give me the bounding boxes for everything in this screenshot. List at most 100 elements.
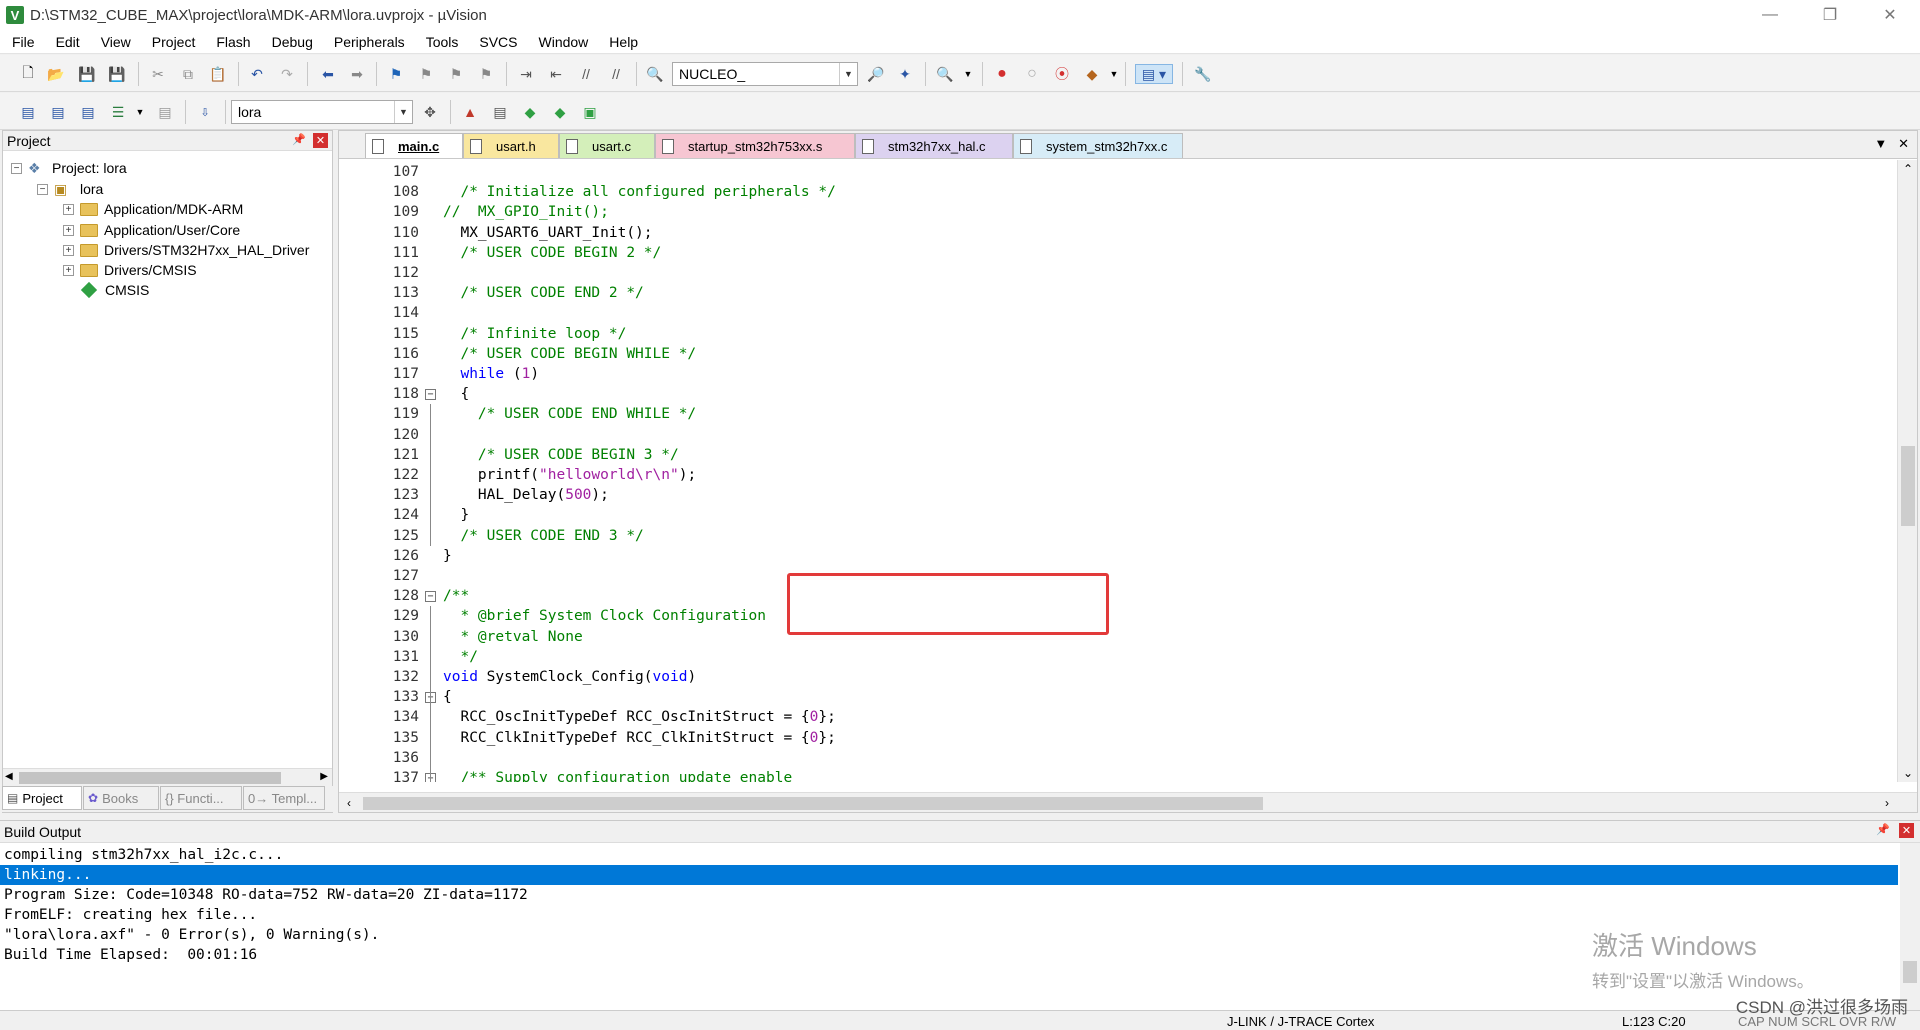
kill-breakpoints-icon[interactable]: ◆ (1082, 64, 1102, 84)
code-line[interactable]: 135 RCC_ClkInitTypeDef RCC_ClkInitStruct… (339, 728, 1899, 748)
menu-flash[interactable]: Flash (204, 34, 259, 50)
enable-breakpoint-icon[interactable]: ○ (1022, 64, 1042, 84)
navigate-forward-icon[interactable]: ➡ (347, 64, 367, 84)
tab-usart-c[interactable]: usart.c (559, 133, 655, 158)
code-line[interactable]: 126} (339, 546, 1899, 566)
tab-main-c[interactable]: main.c (365, 133, 463, 158)
scroll-right-icon[interactable]: ▶ (320, 771, 328, 782)
build-output-line[interactable]: FromELF: creating hex file... (4, 905, 1894, 925)
menu-help[interactable]: Help (597, 34, 647, 50)
target-select-combo[interactable]: lora ▼ (231, 100, 413, 124)
code-line[interactable]: 118− { (339, 384, 1899, 404)
navigate-back-icon[interactable]: ⬅ (318, 64, 338, 84)
build-output-scrollbar[interactable] (1900, 843, 1920, 1011)
copy-icon[interactable]: ⧉ (178, 64, 198, 84)
code-line[interactable]: 114 (339, 303, 1899, 323)
build-icon[interactable]: ▤ (48, 102, 68, 122)
load-download-icon[interactable]: ⇩ (195, 102, 215, 122)
tab-stm32h7xx-hal-c[interactable]: stm32h7xx_hal.c (855, 133, 1013, 158)
rebuild-icon[interactable]: ▤ (78, 102, 98, 122)
code-line[interactable]: 129 * @brief System Clock Configuration (339, 606, 1899, 626)
menu-window[interactable]: Window (527, 34, 598, 50)
scroll-right-icon[interactable]: › (1885, 796, 1889, 810)
build-output-line[interactable]: compiling stm32h7xx_hal_i2c.c... (4, 845, 1894, 865)
code-line[interactable]: 127 (339, 566, 1899, 586)
menu-svcs[interactable]: SVCS (467, 34, 526, 50)
tab-startup[interactable]: startup_stm32h753xx.s (655, 133, 855, 158)
redo-icon[interactable]: ↷ (277, 64, 297, 84)
tree-item-target[interactable]: − ▣ lora (37, 178, 103, 200)
tab-functions[interactable]: {} Functi... (160, 786, 242, 810)
expand-icon[interactable]: + (63, 224, 74, 236)
unindent-icon[interactable]: ⇤ (546, 64, 566, 84)
insert-breakpoint-icon[interactable]: ● (992, 64, 1012, 84)
code-line[interactable]: 128−/** (339, 586, 1899, 606)
stm32cubemx-icon[interactable]: ▣ (580, 102, 600, 122)
configure-icon[interactable]: 🔧 (1193, 64, 1213, 84)
fold-collapse-icon[interactable]: − (425, 591, 436, 603)
close-icon[interactable]: ✕ (313, 133, 328, 148)
expand-icon[interactable]: + (63, 203, 74, 215)
code-line[interactable]: 107 (339, 162, 1899, 182)
tree-item-project-root[interactable]: − ❖ Project: lora (11, 157, 127, 179)
build-output-line[interactable]: linking... (0, 865, 1898, 885)
tab-project[interactable]: ▤ Project (2, 786, 82, 810)
pin-icon[interactable]: 📌 (292, 133, 306, 146)
code-line[interactable]: 133−{ (339, 687, 1899, 707)
save-icon[interactable]: 💾 (77, 64, 97, 84)
menu-view[interactable]: View (89, 34, 140, 50)
tab-list-menu[interactable]: ▼ ✕ (1874, 136, 1909, 152)
minimize-button[interactable]: — (1740, 0, 1800, 30)
tree-item-group[interactable]: + Drivers/CMSIS (63, 259, 197, 281)
select-packs-icon[interactable]: ▤ (490, 102, 510, 122)
new-file-icon[interactable]: 🗋 (18, 64, 38, 84)
find-icon[interactable]: 🔎 (866, 64, 886, 84)
manage-project-items-icon[interactable]: ▲ (460, 102, 480, 122)
restore-button[interactable]: ❐ (1800, 0, 1860, 30)
find-in-files-icon[interactable]: 🔍 (645, 64, 665, 84)
scroll-up-icon[interactable]: ⌃ (1903, 162, 1913, 176)
incremental-find-icon[interactable]: ✦ (895, 64, 915, 84)
chevron-down-icon[interactable]: ▼ (958, 64, 978, 84)
fold-collapse-icon[interactable]: − (425, 389, 436, 401)
code-line[interactable]: 131 */ (339, 647, 1899, 667)
code-line[interactable]: 123 HAL_Delay(500); (339, 485, 1899, 505)
tab-usart-h[interactable]: usart.h (463, 133, 559, 158)
code-line[interactable]: 116 /* USER CODE BEGIN WHILE */ (339, 344, 1899, 364)
menu-tools[interactable]: Tools (414, 34, 468, 50)
menu-debug[interactable]: Debug (260, 34, 322, 50)
translate-icon[interactable]: ▤ (18, 102, 38, 122)
target-find-combo[interactable]: NUCLEO_ ▼ (672, 62, 858, 86)
tree-item-group[interactable]: + Application/User/Core (63, 219, 240, 241)
uncomment-icon[interactable]: // (606, 64, 626, 84)
chevron-down-icon[interactable]: ▼ (1104, 64, 1124, 84)
chevron-down-icon[interactable]: ▼ (839, 63, 857, 85)
pin-icon[interactable]: 📌 (1876, 823, 1890, 836)
indent-icon[interactable]: ⇥ (516, 64, 536, 84)
tree-item-group[interactable]: + Application/MDK-ARM (63, 198, 243, 220)
scroll-left-icon[interactable]: ◀ (5, 771, 13, 782)
clear-bookmarks-icon[interactable]: ⚑ (476, 64, 496, 84)
collapse-icon[interactable]: − (11, 162, 22, 174)
chevron-down-icon[interactable]: ▼ (130, 102, 150, 122)
pack-installer-icon[interactable]: ◆ (550, 102, 570, 122)
chevron-down-icon[interactable]: ▼ (394, 101, 412, 123)
code-line[interactable]: 124 } (339, 505, 1899, 525)
code-line[interactable]: 122 printf("helloworld\r\n"); (339, 465, 1899, 485)
code-line[interactable]: 132 void SystemClock_Config(void) (339, 667, 1899, 687)
tab-templates[interactable]: 0→ Templ... (243, 786, 325, 810)
disable-breakpoints-icon[interactable]: ⦿ (1052, 64, 1072, 84)
menu-project[interactable]: Project (140, 34, 205, 50)
undo-icon[interactable]: ↶ (247, 64, 267, 84)
scroll-thumb[interactable] (363, 797, 1263, 810)
code-line[interactable]: 125 /* USER CODE END 3 */ (339, 526, 1899, 546)
stop-build-icon[interactable]: ▤ (155, 102, 175, 122)
menu-edit[interactable]: Edit (44, 34, 89, 50)
menu-file[interactable]: File (0, 34, 44, 50)
code-line[interactable]: 119 /* USER CODE END WHILE */ (339, 404, 1899, 424)
window-layout-icon[interactable]: ▤ ▾ (1135, 64, 1173, 84)
code-line[interactable]: 112 (339, 263, 1899, 283)
expand-icon[interactable]: + (63, 244, 74, 256)
comment-icon[interactable]: // (576, 64, 596, 84)
code-area[interactable]: 107 108 /* Initialize all configured peri… (339, 160, 1899, 782)
